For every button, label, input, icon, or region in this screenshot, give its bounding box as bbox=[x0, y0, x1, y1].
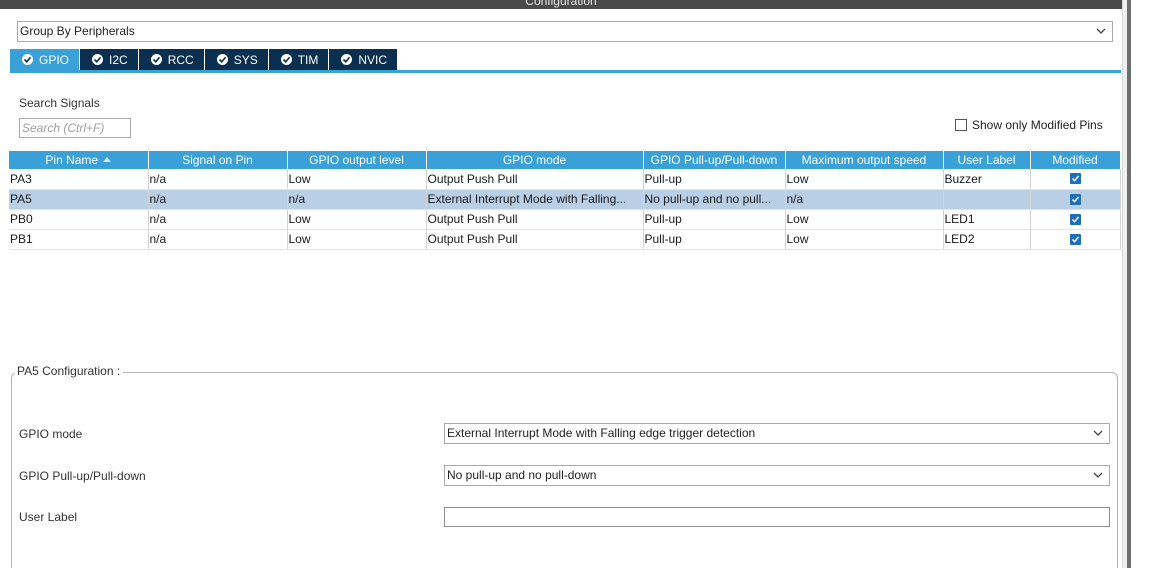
tab-sys[interactable]: SYS bbox=[204, 49, 268, 70]
chevron-down-icon bbox=[1096, 28, 1106, 34]
modified-checkbox[interactable] bbox=[1069, 173, 1081, 185]
cell-signal: n/a bbox=[148, 169, 288, 190]
sort-ascending-icon bbox=[103, 157, 112, 162]
check-circle-icon bbox=[92, 54, 104, 65]
check-circle-icon bbox=[216, 54, 228, 65]
window-title-bar: Configuration bbox=[0, 0, 1122, 9]
col-header-speed[interactable]: Maximum output speed bbox=[785, 151, 944, 169]
user-label-label: User Label bbox=[19, 510, 78, 524]
show-modified-label: Show only Modified Pins bbox=[972, 118, 1103, 132]
cell-label bbox=[943, 189, 1031, 210]
cell-pin: PB0 bbox=[9, 209, 149, 230]
cell-speed: Low bbox=[785, 169, 944, 190]
cell-level: Low bbox=[287, 209, 427, 230]
check-circle-icon bbox=[341, 54, 353, 65]
gpio-mode-value: External Interrupt Mode with Falling edg… bbox=[447, 426, 756, 440]
tab-label: NVIC bbox=[358, 52, 388, 67]
tab-label: I2C bbox=[109, 52, 128, 67]
col-header-modified[interactable]: Modified bbox=[1030, 151, 1121, 169]
group-by-value: Group By Peripherals bbox=[20, 24, 135, 38]
cell-signal: n/a bbox=[148, 189, 288, 210]
cell-label: LED2 bbox=[943, 229, 1031, 250]
table-row[interactable]: PB1 n/a Low Output Push Pull Pull-up Low LED2 bbox=[9, 229, 1121, 250]
cell-signal: n/a bbox=[148, 229, 288, 250]
search-input[interactable] bbox=[19, 118, 131, 138]
tab-underline bbox=[10, 70, 1121, 73]
panel-border bbox=[1127, 0, 1131, 568]
cell-label: Buzzer bbox=[943, 169, 1031, 190]
pull-label: GPIO Pull-up/Pull-down bbox=[19, 469, 146, 483]
chevron-down-icon bbox=[1093, 430, 1103, 436]
table-row[interactable]: PB0 n/a Low Output Push Pull Pull-up Low LED1 bbox=[9, 209, 1121, 230]
tab-gpio[interactable]: GPIO bbox=[10, 49, 80, 70]
cell-pin: PB1 bbox=[9, 229, 149, 250]
cell-modified bbox=[1030, 229, 1121, 250]
group-by-select[interactable]: Group By Peripherals bbox=[17, 21, 1113, 42]
tab-label: TIM bbox=[297, 52, 319, 67]
cell-signal: n/a bbox=[148, 209, 288, 230]
col-header-user-label[interactable]: User Label bbox=[943, 151, 1031, 169]
cell-mode: Output Push Pull bbox=[426, 169, 644, 190]
cell-speed: Low bbox=[785, 229, 944, 250]
gpio-mode-label: GPIO mode bbox=[19, 427, 83, 441]
cell-mode: Output Push Pull bbox=[426, 229, 644, 250]
cell-pin: PA5 bbox=[9, 189, 149, 210]
chevron-down-icon bbox=[1093, 472, 1103, 478]
tab-label: GPIO bbox=[39, 52, 70, 67]
cell-mode: External Interrupt Mode with Falling... bbox=[426, 189, 644, 210]
show-modified-checkbox[interactable] bbox=[955, 119, 967, 131]
tab-rcc[interactable]: RCC bbox=[138, 49, 204, 70]
cell-pull: No pull-up and no pull... bbox=[643, 189, 786, 210]
cell-pin: PA3 bbox=[9, 169, 149, 190]
cell-modified bbox=[1030, 209, 1121, 230]
tab-tim[interactable]: TIM bbox=[268, 49, 329, 70]
modified-checkbox[interactable] bbox=[1069, 213, 1081, 225]
col-header-pull[interactable]: GPIO Pull-up/Pull-down bbox=[643, 151, 786, 169]
cell-level: Low bbox=[287, 229, 427, 250]
modified-checkbox[interactable] bbox=[1069, 233, 1081, 245]
cell-level: n/a bbox=[287, 189, 427, 210]
cell-modified bbox=[1030, 189, 1121, 210]
tab-label: SYS bbox=[233, 52, 258, 67]
pull-select[interactable]: No pull-up and no pull-down bbox=[444, 465, 1110, 486]
cell-pull: Pull-up bbox=[643, 209, 786, 230]
pull-value: No pull-up and no pull-down bbox=[447, 468, 597, 482]
tab-nvic[interactable]: NVIC bbox=[329, 49, 398, 70]
col-header-output-level[interactable]: GPIO output level bbox=[287, 151, 427, 169]
cell-level: Low bbox=[287, 169, 427, 190]
check-circle-icon bbox=[22, 54, 33, 65]
cell-modified bbox=[1030, 169, 1121, 190]
tab-label: RCC bbox=[167, 52, 194, 67]
table-row[interactable]: PA5 n/a n/a External Interrupt Mode with Fa… bbox=[9, 189, 1121, 210]
cell-speed: n/a bbox=[785, 189, 944, 210]
col-header-gpio-mode[interactable]: GPIO mode bbox=[426, 151, 644, 169]
col-header-signal[interactable]: Signal on Pin bbox=[148, 151, 288, 169]
gpio-mode-select[interactable]: External Interrupt Mode with Falling edg… bbox=[444, 423, 1110, 444]
search-signals-label: Search Signals bbox=[19, 96, 100, 110]
table-row[interactable]: PA3 n/a Low Output Push Pull Pull-up Low Buzze… bbox=[9, 169, 1121, 190]
cell-label: LED1 bbox=[943, 209, 1031, 230]
check-circle-icon bbox=[150, 54, 162, 65]
cell-speed: Low bbox=[785, 209, 944, 230]
user-label-input[interactable] bbox=[444, 507, 1110, 527]
show-modified-pins-toggle[interactable]: Show only Modified Pins bbox=[955, 118, 1103, 132]
pin-config-title: PA5 Configuration : bbox=[15, 364, 124, 378]
tab-i2c[interactable]: I2C bbox=[80, 49, 138, 70]
cell-mode: Output Push Pull bbox=[426, 209, 644, 230]
window-title: Configuration bbox=[525, 0, 597, 8]
col-header-pin-name[interactable]: Pin Name bbox=[9, 151, 149, 169]
modified-checkbox[interactable] bbox=[1069, 193, 1081, 205]
check-circle-icon bbox=[280, 54, 292, 65]
table-header-row: Pin Name Signal on Pin GPIO output level… bbox=[9, 151, 1121, 169]
cell-pull: Pull-up bbox=[643, 229, 786, 250]
pin-table: Pin Name Signal on Pin GPIO output level… bbox=[9, 151, 1121, 250]
cell-pull: Pull-up bbox=[643, 169, 786, 190]
peripheral-tabs: GPIO I2C RCC SYS TIM NVIC bbox=[10, 49, 398, 70]
